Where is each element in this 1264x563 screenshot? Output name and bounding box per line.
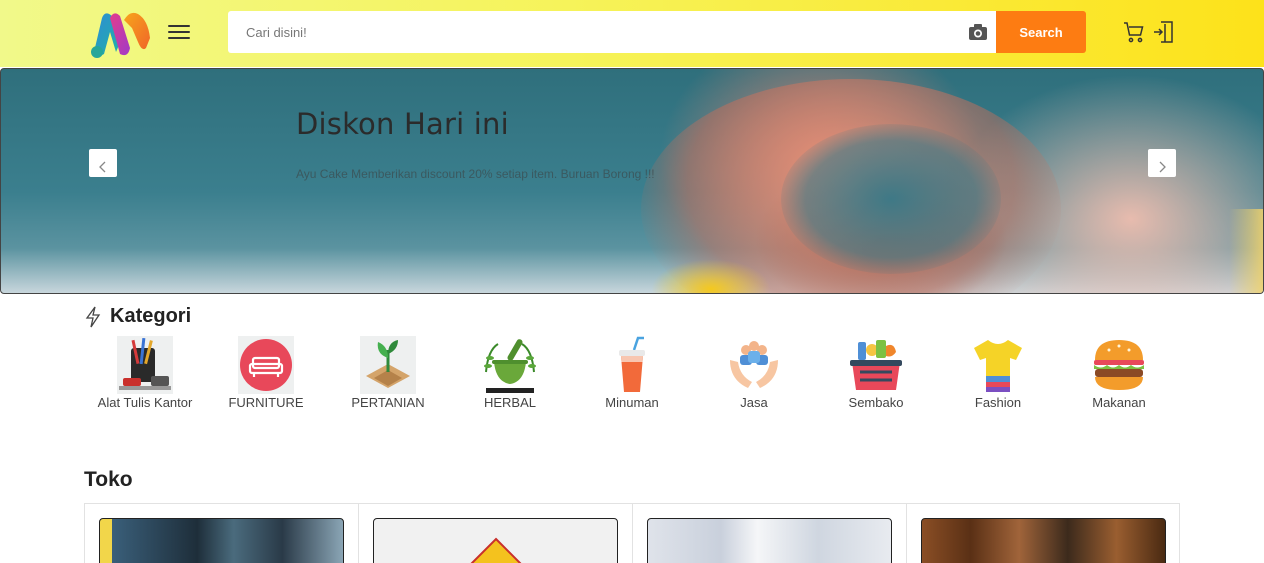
store-image bbox=[921, 518, 1166, 563]
section-title: Toko bbox=[84, 468, 133, 491]
sofa-icon bbox=[238, 336, 294, 394]
menu-icon[interactable] bbox=[168, 22, 190, 42]
camera-icon[interactable] bbox=[968, 23, 988, 41]
category-furniture[interactable]: FURNITURE bbox=[211, 336, 321, 410]
carousel-prev-button[interactable] bbox=[89, 149, 117, 177]
category-label: Alat Tulis Kantor bbox=[97, 395, 193, 410]
category-label: Jasa bbox=[740, 395, 768, 410]
store-grid bbox=[84, 503, 1180, 563]
chevron-left-icon bbox=[99, 161, 106, 173]
logo-icon[interactable] bbox=[88, 8, 154, 60]
category-label: Minuman bbox=[605, 395, 659, 410]
grocery-basket-icon bbox=[850, 340, 902, 390]
banner-image-detail bbox=[781, 124, 1001, 274]
menu-bar bbox=[168, 37, 190, 39]
banner-image-detail bbox=[651, 259, 771, 293]
promo-carousel: Diskon Hari ini Ayu Cake Memberikan disc… bbox=[0, 68, 1264, 294]
category-makanan[interactable]: Makanan bbox=[1064, 336, 1174, 410]
category-label: Makanan bbox=[1092, 395, 1146, 410]
banner-title: Diskon Hari ini bbox=[296, 107, 509, 141]
top-header: Search bbox=[0, 0, 1264, 67]
menu-bar bbox=[168, 25, 190, 27]
store-image bbox=[99, 518, 344, 563]
drink-cup-icon bbox=[619, 336, 645, 392]
cart-icon[interactable] bbox=[1122, 20, 1146, 44]
store-card[interactable] bbox=[359, 504, 633, 563]
store-image bbox=[647, 518, 892, 563]
store-logo-icon bbox=[470, 537, 522, 563]
banner-subtitle: Ayu Cake Memberikan discount 20% setiap … bbox=[296, 167, 655, 181]
search-input[interactable] bbox=[228, 11, 958, 53]
mortar-pestle-icon bbox=[484, 339, 536, 393]
service-hands-icon bbox=[730, 341, 778, 388]
store-card[interactable] bbox=[633, 504, 907, 563]
category-fashion[interactable]: Fashion bbox=[943, 336, 1053, 410]
category-sembako[interactable]: Sembako bbox=[821, 336, 931, 410]
store-card[interactable] bbox=[907, 504, 1181, 563]
menu-bar bbox=[168, 31, 190, 33]
tshirt-icon bbox=[974, 340, 1022, 392]
store-card[interactable] bbox=[85, 504, 359, 563]
login-icon[interactable] bbox=[1152, 20, 1176, 44]
category-label: PERTANIAN bbox=[351, 395, 425, 410]
burger-icon bbox=[1094, 340, 1144, 390]
category-label: Sembako bbox=[848, 395, 904, 410]
category-label: HERBAL bbox=[483, 395, 537, 410]
search-button[interactable]: Search bbox=[996, 11, 1086, 53]
plant-icon bbox=[360, 336, 416, 394]
bolt-icon bbox=[85, 306, 101, 328]
stationery-icon bbox=[117, 336, 173, 394]
category-jasa[interactable]: Jasa bbox=[699, 336, 809, 410]
category-herbal[interactable]: HERBAL bbox=[455, 336, 565, 410]
category-pertanian[interactable]: PERTANIAN bbox=[333, 336, 443, 410]
category-label: FURNITURE bbox=[228, 395, 304, 410]
category-alat-tulis-kantor[interactable]: Alat Tulis Kantor bbox=[90, 336, 200, 410]
banner-image-detail bbox=[1229, 209, 1263, 293]
carousel-next-button[interactable] bbox=[1148, 149, 1176, 177]
category-label: Fashion bbox=[974, 395, 1022, 410]
chevron-right-icon bbox=[1159, 161, 1166, 173]
store-image bbox=[373, 518, 618, 563]
section-title: Kategori bbox=[110, 305, 192, 327]
search-bar bbox=[228, 11, 996, 53]
category-minuman[interactable]: Minuman bbox=[577, 336, 687, 410]
